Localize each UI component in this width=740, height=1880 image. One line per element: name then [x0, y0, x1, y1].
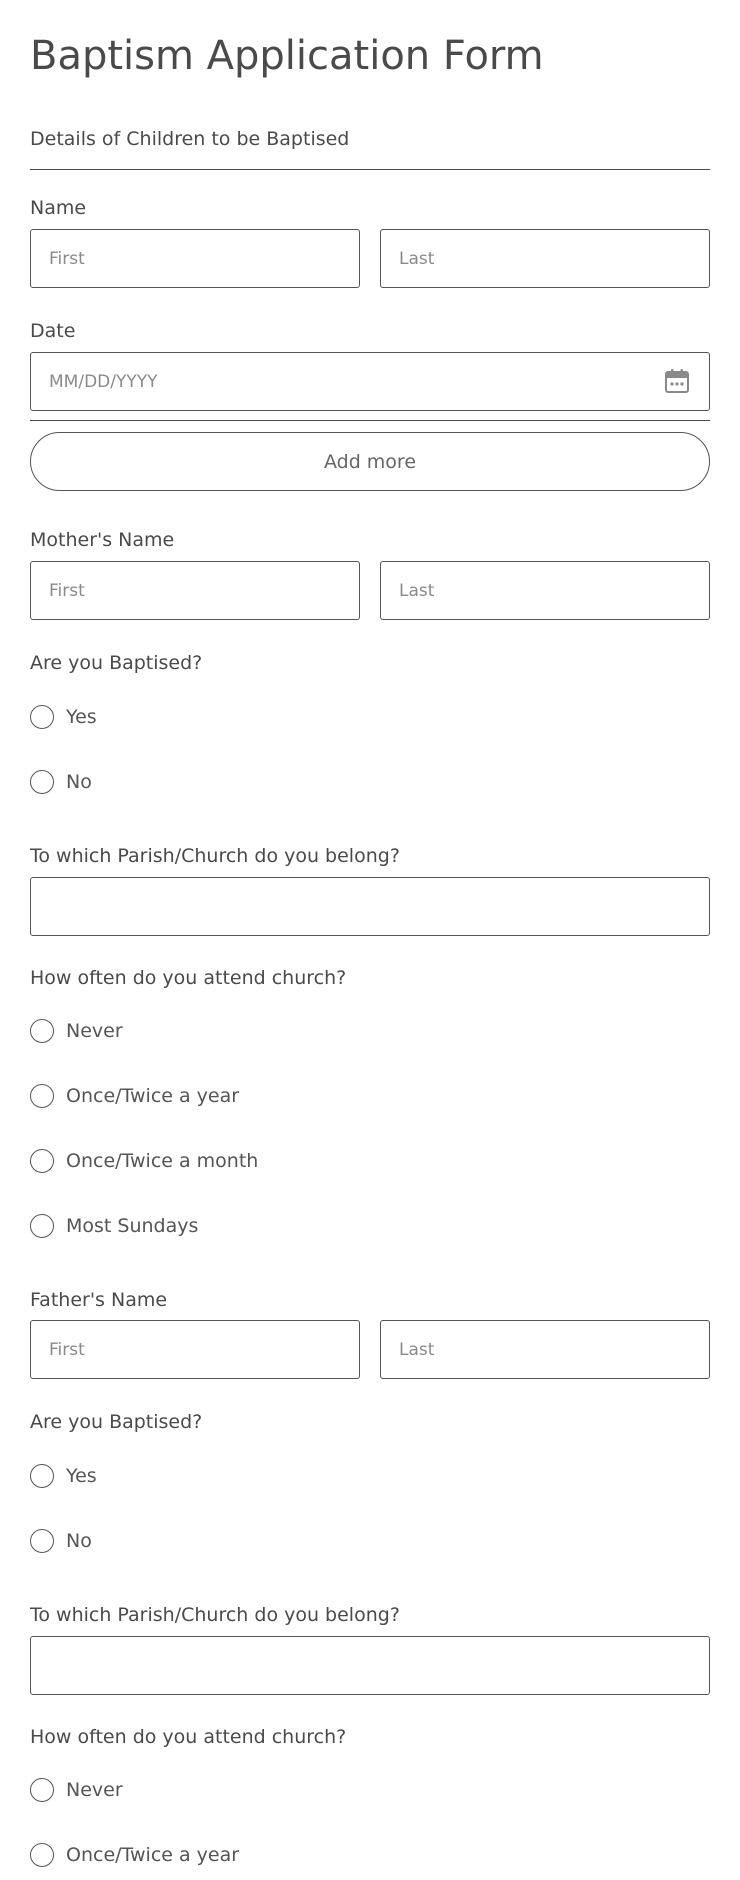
child-first-name-input[interactable]: [30, 229, 360, 288]
mother-attend-month-radio[interactable]: Once/Twice a month: [30, 1147, 258, 1175]
mother-baptised-no-radio[interactable]: No: [30, 768, 92, 796]
father-baptised-question: Are you Baptised?: [30, 1411, 203, 1433]
mother-attend-sundays-radio[interactable]: Most Sundays: [30, 1212, 198, 1240]
father-attend-question: How often do you attend church?: [30, 1726, 347, 1748]
section-label: Details of Children to be Baptised: [30, 128, 350, 150]
mother-last-name-input[interactable]: [380, 561, 710, 620]
radio-circle-icon[interactable]: [30, 1084, 54, 1108]
father-attend-never-radio[interactable]: Never: [30, 1776, 123, 1804]
radio-circle-icon[interactable]: [30, 1019, 54, 1043]
mother-parish-input[interactable]: [30, 877, 710, 936]
mother-attend-year-radio[interactable]: Once/Twice a year: [30, 1082, 239, 1110]
radio-circle-icon[interactable]: [30, 1149, 54, 1173]
mother-baptised-question: Are you Baptised?: [30, 652, 203, 674]
date-label: Date: [30, 320, 76, 342]
mother-baptised-yes-radio[interactable]: Yes: [30, 703, 97, 731]
father-parish-input[interactable]: [30, 1636, 710, 1695]
baptism-form: Baptism Application Form Details of Chil…: [0, 0, 740, 1880]
section-divider: [30, 169, 710, 170]
radio-circle-icon[interactable]: [30, 1843, 54, 1867]
father-parish-question: To which Parish/Church do you belong?: [30, 1604, 400, 1626]
mother-name-label: Mother's Name: [30, 529, 175, 551]
calendar-icon[interactable]: [664, 368, 690, 394]
father-last-name-input[interactable]: [380, 1320, 710, 1379]
radio-circle-icon[interactable]: [30, 770, 54, 794]
mother-first-name-input[interactable]: [30, 561, 360, 620]
father-baptised-yes-radio[interactable]: Yes: [30, 1462, 97, 1490]
radio-circle-icon[interactable]: [30, 1778, 54, 1802]
page-title: Baptism Application Form: [30, 33, 544, 79]
add-more-button[interactable]: Add more: [30, 432, 710, 491]
radio-circle-icon[interactable]: [30, 1464, 54, 1488]
child-last-name-input[interactable]: [380, 229, 710, 288]
child-name-label: Name: [30, 197, 87, 219]
date-divider: [30, 420, 710, 421]
mother-attend-question: How often do you attend church?: [30, 967, 347, 989]
date-input[interactable]: [30, 352, 710, 411]
father-baptised-no-radio[interactable]: No: [30, 1527, 92, 1555]
father-first-name-input[interactable]: [30, 1320, 360, 1379]
father-attend-year-radio[interactable]: Once/Twice a year: [30, 1841, 239, 1869]
radio-circle-icon[interactable]: [30, 705, 54, 729]
mother-attend-never-radio[interactable]: Never: [30, 1017, 123, 1045]
father-name-label: Father's Name: [30, 1289, 168, 1311]
radio-circle-icon[interactable]: [30, 1529, 54, 1553]
radio-circle-icon[interactable]: [30, 1214, 54, 1238]
mother-parish-question: To which Parish/Church do you belong?: [30, 845, 400, 867]
